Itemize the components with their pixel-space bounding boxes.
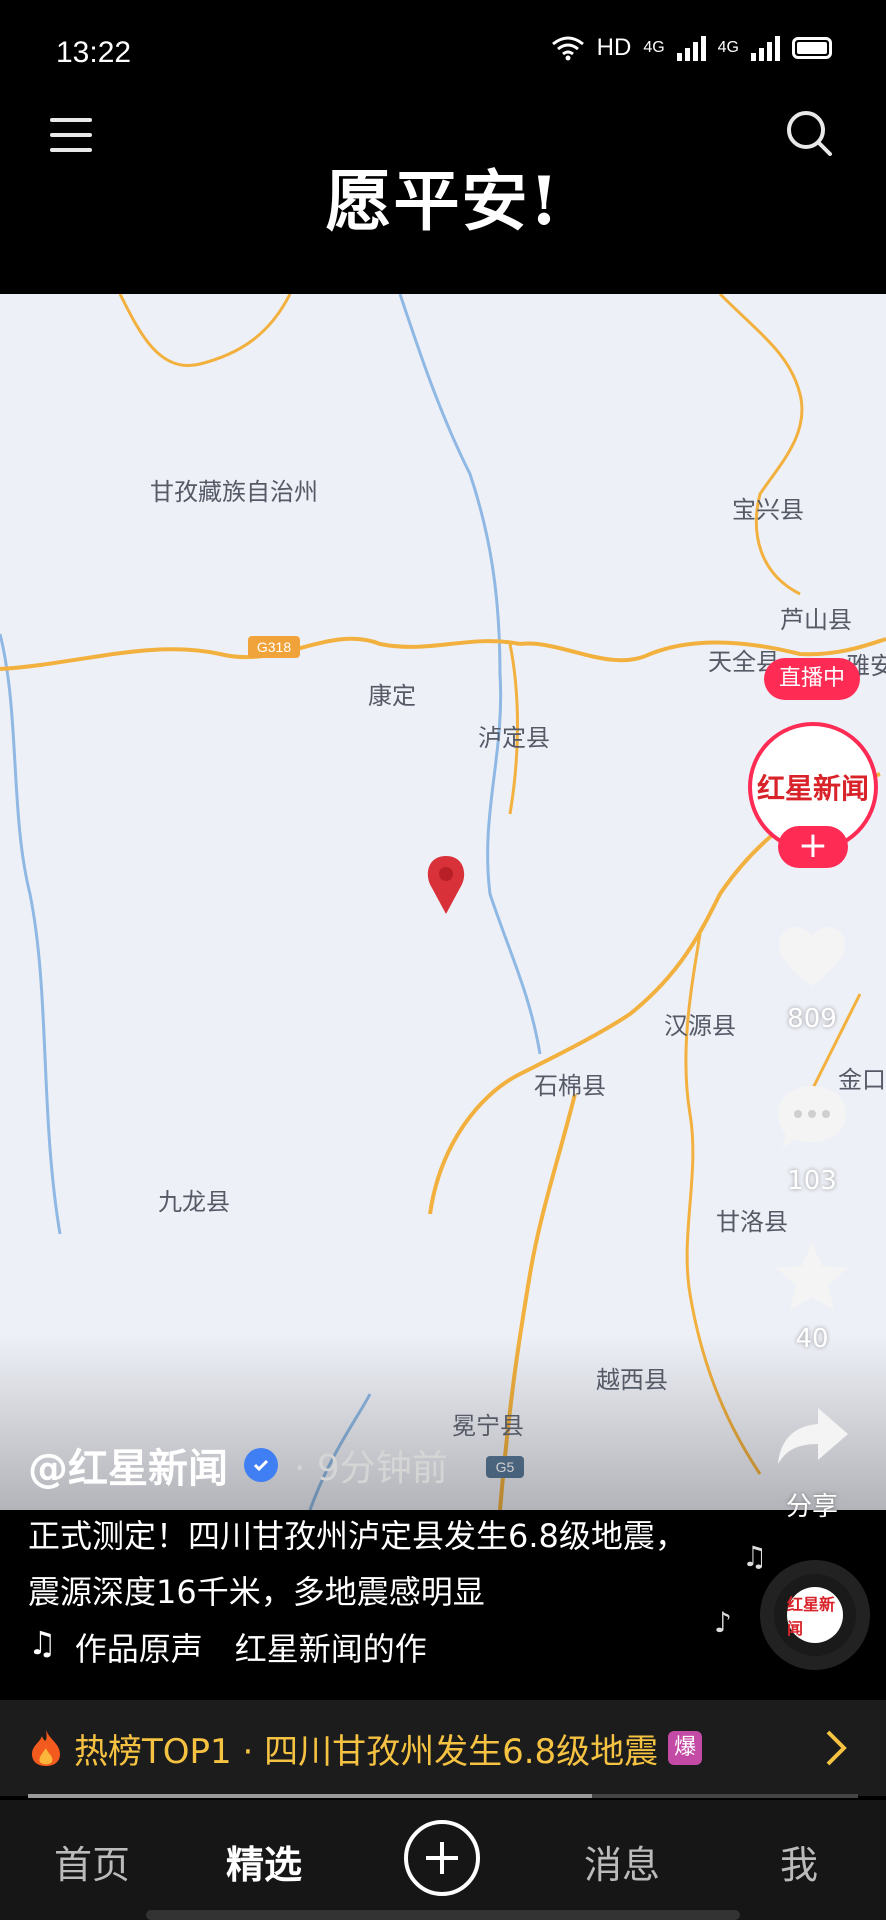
status-bar: 13:22 HD 4G 4G: [0, 0, 886, 100]
star-icon: [776, 1242, 848, 1310]
chevron-right-icon: [826, 1730, 847, 1766]
map-graphics: G318 G5: [0, 294, 886, 1510]
nav-featured[interactable]: 精选: [226, 1834, 302, 1889]
follow-button[interactable]: +: [778, 826, 848, 868]
home-indicator: [146, 1910, 740, 1920]
signal-label-1: 4G: [643, 39, 665, 56]
status-icons: HD 4G 4G: [551, 34, 832, 62]
earthquake-map[interactable]: G318 G5 甘孜藏族自治州 宝兴县 芦山县 天全县 雅安 康定 泸定县 汉源…: [0, 294, 886, 1510]
wifi-icon: [551, 36, 584, 61]
share-icon: [778, 1408, 848, 1464]
place-label: 石棉县: [534, 1072, 606, 1100]
epicenter-marker: [427, 856, 465, 914]
comment-count: 103: [787, 1166, 837, 1196]
post-time: · 9分钟前: [294, 1448, 448, 1489]
place-label: 汉源县: [664, 1012, 736, 1040]
nav-me[interactable]: 我: [780, 1834, 818, 1889]
video-title: 愿平安!: [325, 162, 561, 240]
comment-button[interactable]: 103: [760, 1078, 864, 1196]
author-name[interactable]: @红星新闻: [28, 1436, 228, 1494]
menu-icon[interactable]: [50, 118, 92, 152]
comment-icon: [778, 1086, 846, 1148]
nav-messages[interactable]: 消息: [584, 1834, 660, 1889]
place-label: 宝兴县: [732, 496, 804, 524]
place-label: 甘孜藏族自治州: [150, 478, 318, 506]
place-label: 泸定县: [478, 724, 550, 752]
music-title: 作品原声 红星新闻的作: [74, 1630, 427, 1668]
battery-icon: [792, 37, 832, 59]
like-count: 809: [787, 1004, 837, 1034]
favorite-button[interactable]: 40: [760, 1236, 864, 1354]
music-note-icon: ♫: [28, 1624, 57, 1662]
share-label: 分享: [785, 1492, 838, 1522]
road-label-1: G318: [257, 639, 291, 655]
post-description[interactable]: 正式测定！四川甘孜州泸定县发生6.8级地震，震源深度16千米，多地震感明显: [28, 1508, 688, 1620]
music-disc-logo: 红星新闻: [787, 1587, 843, 1643]
video-progress-fill: [28, 1794, 593, 1798]
signal-icon: [676, 35, 706, 61]
signal-icon-2: [751, 35, 780, 61]
hot-list-bar[interactable]: 热榜TOP1 · 四川甘孜州发生6.8级地震 爆: [0, 1700, 886, 1796]
place-label: 越西县: [596, 1366, 668, 1394]
share-button[interactable]: 分享: [760, 1398, 864, 1523]
hot-badge: 爆: [668, 1731, 703, 1765]
live-badge[interactable]: 直播中: [764, 658, 860, 700]
status-time: 13:22: [56, 36, 132, 69]
heart-icon: [778, 927, 846, 986]
fire-icon: [32, 1730, 60, 1766]
place-label: 九龙县: [158, 1188, 230, 1216]
nav-home[interactable]: 首页: [54, 1834, 130, 1889]
author-row: @红星新闻 · 9分钟前: [28, 1436, 448, 1494]
music-disc[interactable]: 红星新闻: [760, 1560, 870, 1670]
music-row[interactable]: ♫ 作品原声 红星新闻的作: [28, 1624, 427, 1670]
like-button[interactable]: 809: [760, 916, 864, 1034]
verified-icon: [244, 1448, 278, 1482]
place-label: 甘洛县: [716, 1208, 788, 1236]
favorite-count: 40: [795, 1324, 829, 1354]
network-label: HD: [596, 34, 632, 61]
place-label: 芦山县: [780, 606, 852, 634]
signal-label-2: 4G: [717, 39, 739, 56]
music-note-icon: ♪: [714, 1606, 732, 1639]
music-note-icon: ♫: [742, 1540, 768, 1573]
place-label: 康定: [368, 682, 416, 710]
avatar-logo-text: 红星新闻: [756, 772, 869, 805]
place-label: 冕宁县: [452, 1412, 524, 1440]
hot-text: 热榜TOP1 · 四川甘孜州发生6.8级地震: [74, 1731, 659, 1772]
video-progress-bar[interactable]: [28, 1794, 858, 1798]
create-button[interactable]: [404, 1820, 480, 1896]
